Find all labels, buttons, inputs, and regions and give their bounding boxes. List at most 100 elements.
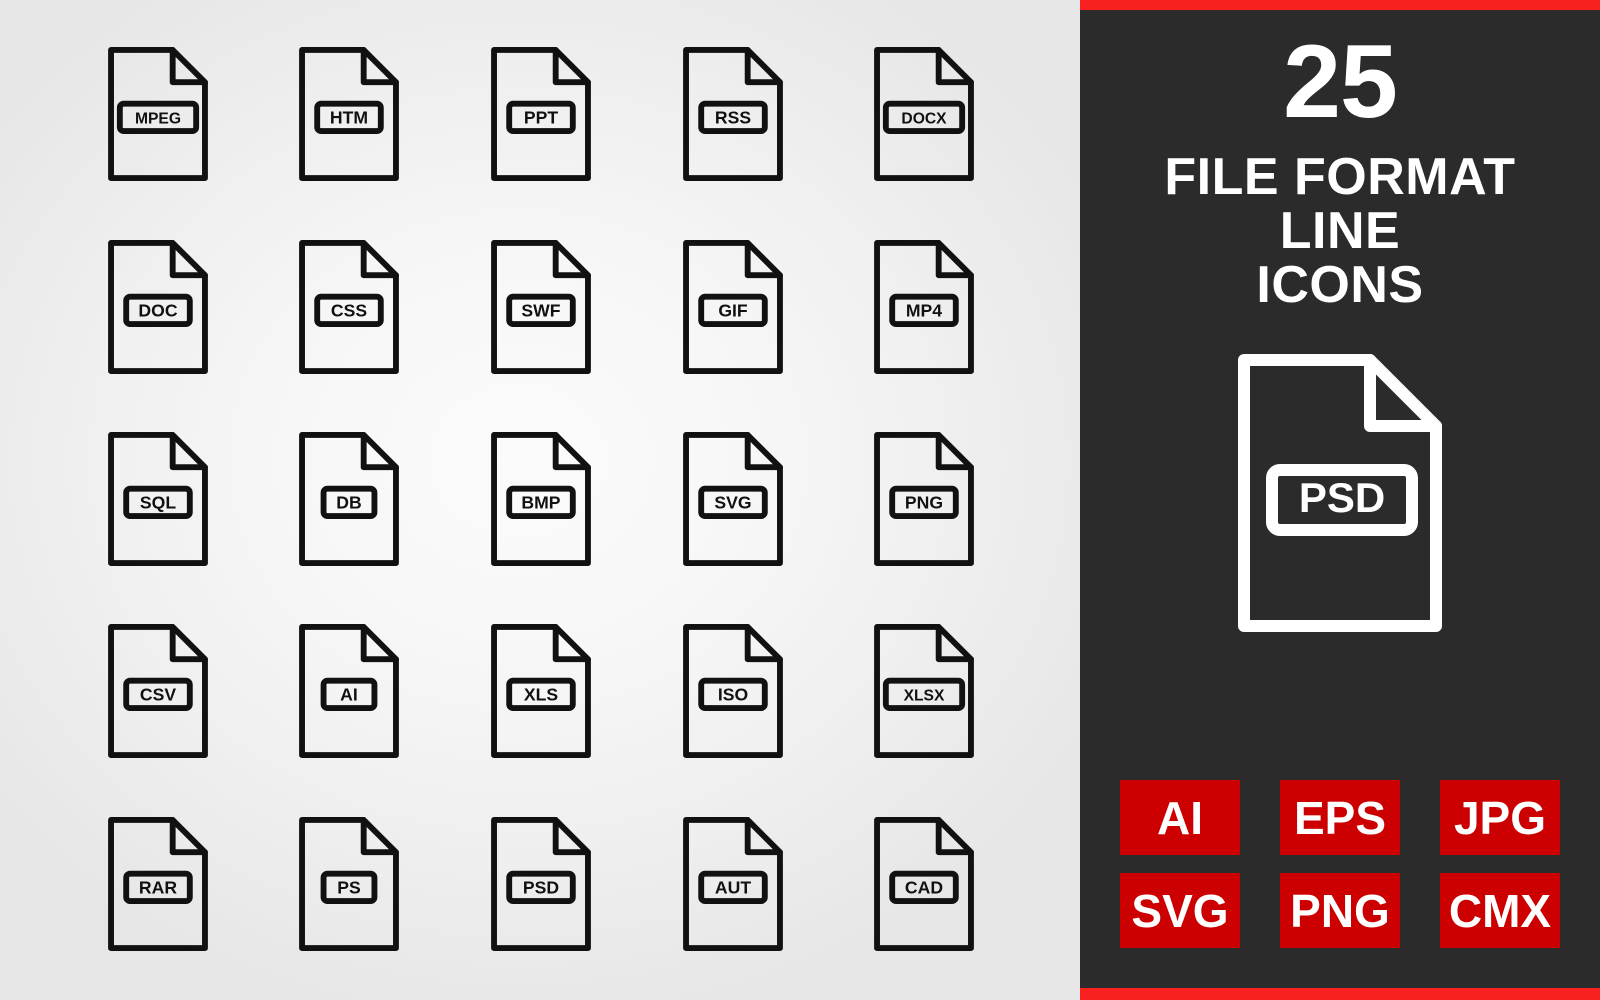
file-format-label: SWF xyxy=(521,300,560,320)
file-format-label: MPEG xyxy=(135,110,181,127)
file-icon[interactable]: RAR xyxy=(106,816,210,952)
file-icon[interactable]: GIF xyxy=(681,239,785,375)
file-format-label: HTM xyxy=(330,107,368,127)
icon-cell[interactable]: PS xyxy=(254,788,446,980)
file-icon[interactable]: MP4 xyxy=(872,239,976,375)
icon-grid: MPEG HTM PPT RSS DOCX DOC CSS SWF GIF MP4 SQL DB BMP… xyxy=(0,0,1080,1000)
icon-cell[interactable]: SVG xyxy=(637,403,829,595)
icon-cell[interactable]: RAR xyxy=(62,788,254,980)
format-badge[interactable]: SVG xyxy=(1120,873,1240,948)
format-badge-label: SVG xyxy=(1131,884,1229,937)
file-icon[interactable]: PNG xyxy=(872,431,976,567)
file-icon[interactable]: SVG xyxy=(681,431,785,567)
icon-cell[interactable]: DOCX xyxy=(828,18,1020,210)
top-accent-strip xyxy=(1080,0,1600,10)
file-icon[interactable]: DB xyxy=(297,431,401,567)
format-badge-label: JPG xyxy=(1453,791,1547,844)
file-format-label: PSD xyxy=(523,877,559,897)
icon-cell[interactable]: CSS xyxy=(254,210,446,402)
file-icon[interactable]: PPT xyxy=(489,46,593,182)
icon-cell[interactable]: PNG xyxy=(828,403,1020,595)
icon-cell[interactable]: SWF xyxy=(445,210,637,402)
file-icon[interactable]: RSS xyxy=(681,46,785,182)
icon-cell[interactable]: MP4 xyxy=(828,210,1020,402)
file-format-label: RSS xyxy=(714,107,750,127)
icon-cell[interactable]: ISO xyxy=(637,595,829,787)
file-format-label: PPT xyxy=(524,107,558,127)
file-icon[interactable]: CSV xyxy=(106,623,210,759)
file-icon[interactable]: AUT xyxy=(681,816,785,952)
icon-cell[interactable]: XLSX xyxy=(828,595,1020,787)
file-icon[interactable]: PS xyxy=(297,816,401,952)
file-icon[interactable]: PSD xyxy=(489,816,593,952)
hero-icon-label: PSD xyxy=(1299,474,1385,521)
icon-cell[interactable]: HTM xyxy=(254,18,446,210)
file-icon[interactable]: MPEG xyxy=(106,46,210,182)
file-icon[interactable]: ISO xyxy=(681,623,785,759)
file-format-label: AI xyxy=(341,685,359,705)
hero-icon-wrap: PSD xyxy=(1234,348,1446,638)
file-format-label: GIF xyxy=(718,300,748,320)
file-format-label: CSS xyxy=(331,300,367,320)
cover-panel: 25 FILE FORMAT LINE ICONS PSD AI EPS JPG SV… xyxy=(1080,0,1600,1000)
format-badge-label: CMX xyxy=(1448,884,1552,937)
icon-cell[interactable]: RSS xyxy=(637,18,829,210)
icon-grid-panel: MPEG HTM PPT RSS DOCX DOC CSS SWF GIF MP4 SQL DB BMP… xyxy=(0,0,1080,1000)
format-badge[interactable]: PNG xyxy=(1280,873,1400,948)
file-format-label: AUT xyxy=(714,877,750,897)
format-badge[interactable]: JPG xyxy=(1440,780,1560,855)
file-format-label: PNG xyxy=(905,492,943,512)
icon-cell[interactable]: SQL xyxy=(62,403,254,595)
icon-cell[interactable]: AI xyxy=(254,595,446,787)
file-icon[interactable]: DOC xyxy=(106,239,210,375)
format-badge[interactable]: EPS xyxy=(1280,780,1400,855)
icon-set-preview: MPEG HTM PPT RSS DOCX DOC CSS SWF GIF MP4 SQL DB BMP… xyxy=(0,0,1600,1000)
format-badge-label: AI xyxy=(1157,791,1203,844)
cover-title-line-1: FILE FORMAT xyxy=(1164,148,1516,206)
format-badge[interactable]: CMX xyxy=(1440,873,1560,948)
icon-cell[interactable]: PSD xyxy=(445,788,637,980)
icon-cell[interactable]: MPEG xyxy=(62,18,254,210)
icon-cell[interactable]: GIF xyxy=(637,210,829,402)
file-format-label: XLS xyxy=(524,685,559,705)
file-icon[interactable]: XLSX xyxy=(872,623,976,759)
file-icon[interactable]: SWF xyxy=(489,239,593,375)
file-icon[interactable]: SQL xyxy=(106,431,210,567)
file-format-label: SQL xyxy=(140,492,176,512)
icon-cell[interactable]: AUT xyxy=(637,788,829,980)
file-icon[interactable]: AI xyxy=(297,623,401,759)
format-badge-label: PNG xyxy=(1290,884,1390,937)
icon-cell[interactable]: XLS xyxy=(445,595,637,787)
format-badge-grid: AI EPS JPG SVG PNG CMX xyxy=(1080,780,1600,948)
file-format-label: MP4 xyxy=(906,300,942,320)
icon-cell[interactable]: DB xyxy=(254,403,446,595)
file-icon[interactable]: DOCX xyxy=(872,46,976,182)
icon-cell[interactable]: DOC xyxy=(62,210,254,402)
file-format-label: XLSX xyxy=(904,688,945,705)
file-icon[interactable]: HTM xyxy=(297,46,401,182)
cover-title-line-3: ICONS xyxy=(1256,256,1424,315)
file-icon[interactable]: CAD xyxy=(872,816,976,952)
file-icon[interactable]: XLS xyxy=(489,623,593,759)
psd-file-icon: PSD xyxy=(1238,354,1442,633)
file-format-label: CSV xyxy=(140,685,176,705)
icon-cell[interactable]: BMP xyxy=(445,403,637,595)
format-badge[interactable]: AI xyxy=(1120,780,1240,855)
file-format-label: DOC xyxy=(138,300,177,320)
file-format-label: BMP xyxy=(521,492,560,512)
icon-cell[interactable]: PPT xyxy=(445,18,637,210)
icon-count: 25 xyxy=(1283,24,1398,140)
file-format-label: SVG xyxy=(714,492,751,512)
file-format-label: PS xyxy=(338,877,362,897)
icon-cell[interactable]: CAD xyxy=(828,788,1020,980)
file-format-label: DB xyxy=(337,492,362,512)
format-badge-label: EPS xyxy=(1293,791,1387,844)
file-icon[interactable]: CSS xyxy=(297,239,401,375)
file-format-label: RAR xyxy=(139,877,177,897)
file-icon[interactable]: BMP xyxy=(489,431,593,567)
icon-cell[interactable]: CSV xyxy=(62,595,254,787)
file-format-label: ISO xyxy=(717,685,747,705)
file-format-label: CAD xyxy=(905,877,943,897)
cover-title: FILE FORMAT LINE ICONS xyxy=(1164,150,1515,312)
cover-title-line-2: LINE xyxy=(1279,202,1401,261)
